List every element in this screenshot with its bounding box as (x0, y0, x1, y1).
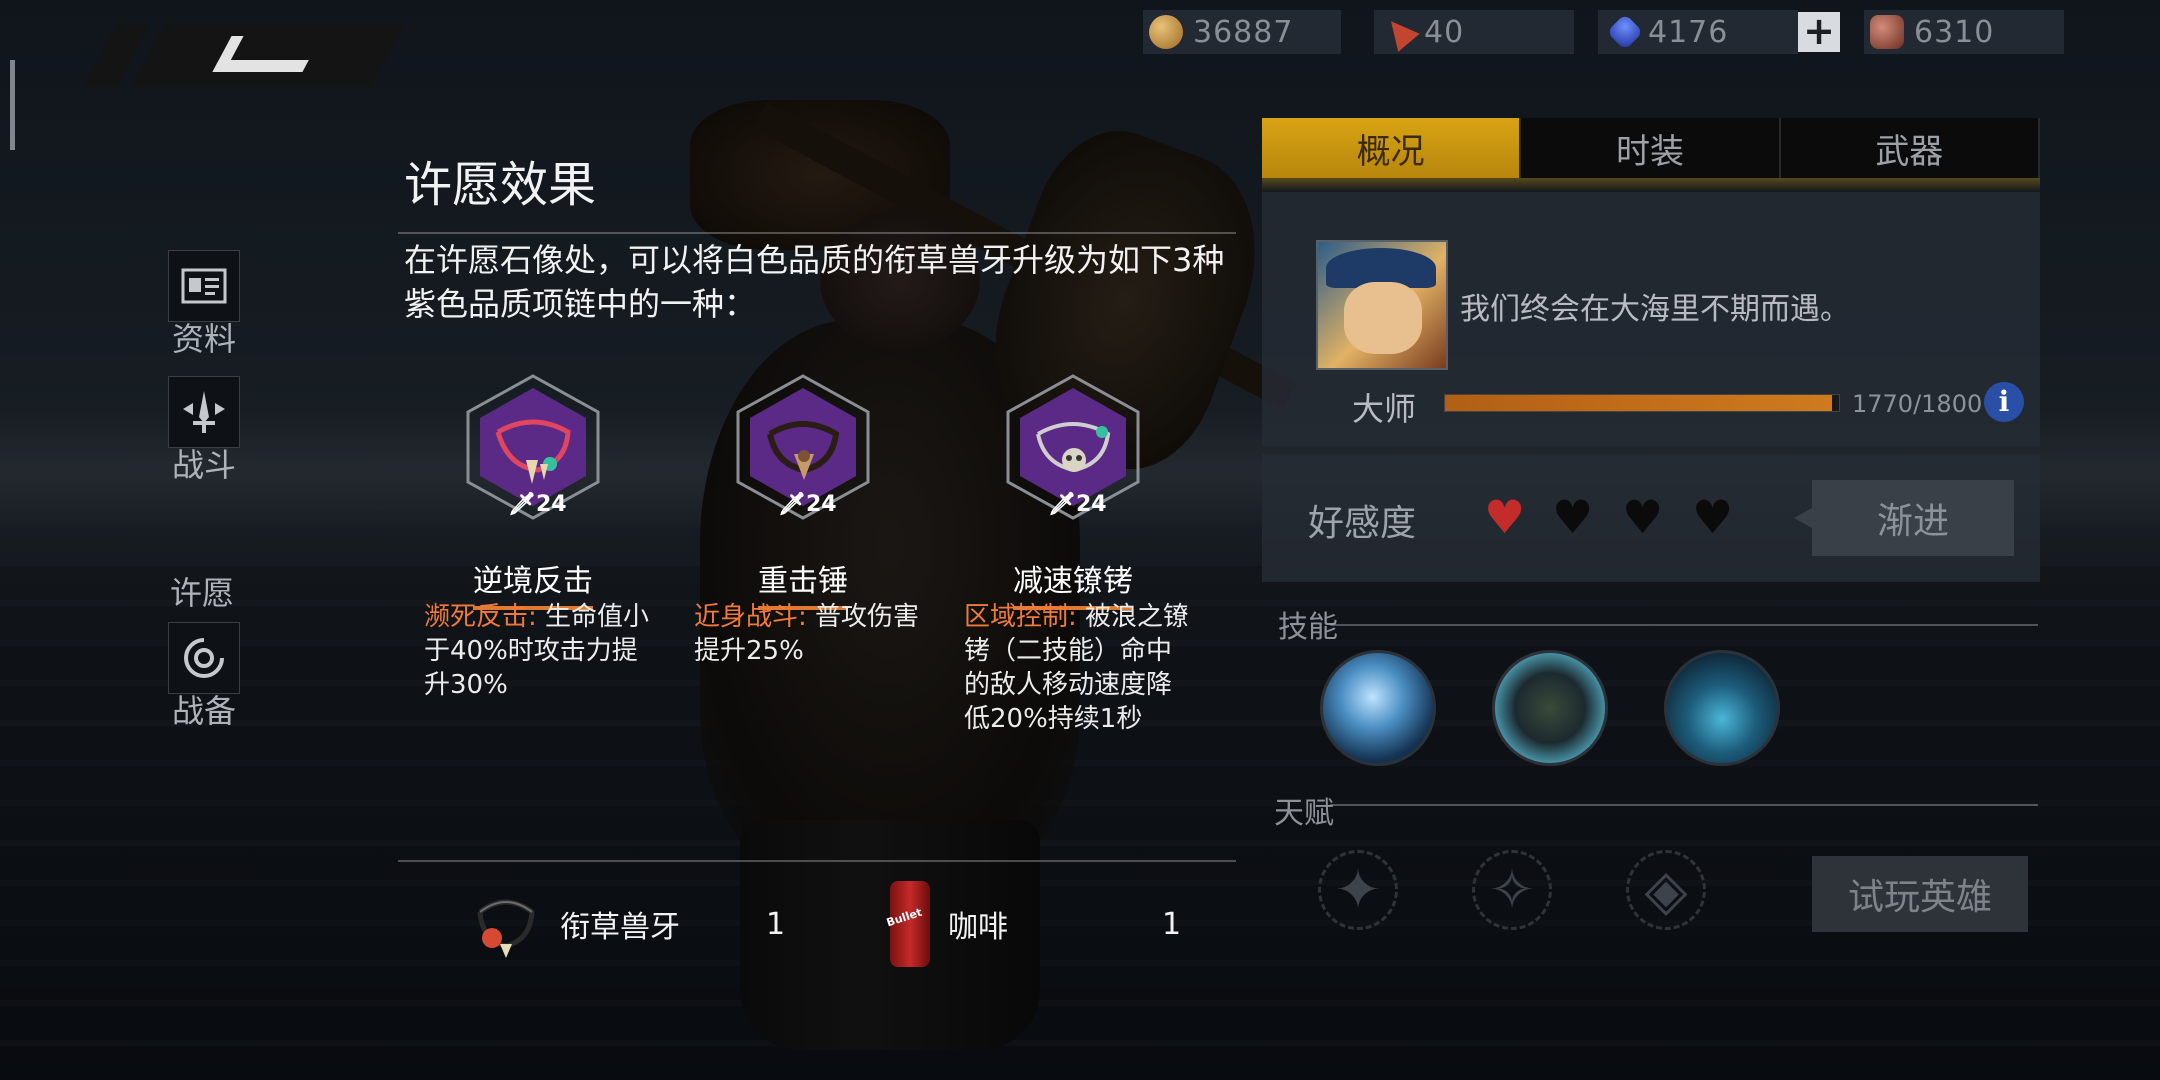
skills-section-title: 技能 (1278, 610, 1338, 645)
mastery-progress-text: 1770/1800 (1852, 390, 1983, 418)
necklace-1-effect-tag: 濒死反击: (424, 602, 537, 632)
cost-item-fang: 衔草兽牙 1 (470, 884, 800, 964)
side-nav-profile-label: 资料 (171, 320, 236, 358)
necklace-2-level: 🗡24 (778, 492, 837, 517)
necklace-1-icon-frame: 🗡24 (458, 372, 608, 542)
talent-3-icon[interactable]: ◈ (1626, 850, 1706, 930)
gold-amount: 36887 (1193, 14, 1294, 50)
tab-weapon[interactable]: 武器 (1780, 118, 2040, 178)
talents-divider (1330, 804, 2038, 806)
skill-3-icon[interactable] (1664, 650, 1780, 766)
skills-divider (1330, 624, 2038, 626)
talents-section-title: 天赋 (1274, 796, 1334, 831)
side-nav-profile[interactable]: 资料 (168, 250, 240, 360)
side-nav-battle[interactable]: 战斗 (168, 376, 240, 486)
skill-1-icon[interactable] (1320, 650, 1436, 766)
cost-divider (398, 860, 1236, 862)
necklace-3-effect: 区域控制: 被浪之镣铐（二技能）命中的敌人移动速度降低20%持续1秒 (964, 600, 1194, 736)
gold-coin-icon (1149, 15, 1183, 49)
cost-item-fang-qty: 1 (766, 906, 786, 942)
tab-overview[interactable]: 概况 (1262, 118, 1522, 178)
talent-2-icon[interactable]: ✧ (1472, 850, 1552, 930)
back-arrow-icon (212, 36, 322, 72)
blue-gem-icon (1606, 13, 1644, 51)
necklace-option-1[interactable]: 🗡24 逆境反击 (393, 372, 673, 610)
advance-button[interactable]: 渐进 (1794, 480, 2014, 556)
necklace-3-effect-tag: 区域控制: (964, 602, 1077, 632)
wish-description: 在许愿石像处，可以将白色品质的衔草兽牙升级为如下3种紫色品质项链中的一种： (404, 241, 1225, 323)
fang-necklace-icon (470, 888, 542, 960)
mastery-progress-fill (1445, 395, 1833, 411)
mastery-progress-bar (1444, 394, 1840, 412)
necklace-1-effect: 濒死反击: 生命值小于40%时攻击力提升30% (424, 600, 654, 702)
side-nav-wish-label: 许愿 (170, 574, 235, 612)
cost-item-coffee-qty: 1 (1162, 906, 1182, 942)
cost-item-coffee: 咖啡 1 (884, 881, 1184, 967)
add-gem-button[interactable]: + (1798, 12, 1840, 52)
tab-active-glow (1262, 178, 2040, 192)
edge-indicator (10, 60, 15, 150)
coffee-can-icon (890, 881, 930, 967)
wish-title-divider (398, 232, 1236, 234)
necklace-2-effect: 近身战斗: 普攻伤害提升25% (694, 600, 924, 668)
wish-effect-title: 许愿效果 (404, 157, 597, 213)
currency-gold: 36887 (1143, 10, 1341, 54)
cost-item-coffee-name: 咖啡 (948, 910, 1008, 945)
favor-heart-3: ♥ (1622, 490, 1664, 544)
profile-card-icon (168, 250, 240, 322)
info-icon[interactable]: i (1984, 382, 2024, 422)
trial-hero-button[interactable]: 试玩英雄 (1812, 856, 2028, 932)
side-nav-equipment-label: 战备 (171, 692, 236, 730)
currency-gem: 4176 (1598, 10, 1798, 54)
back-button[interactable] (83, 24, 405, 86)
necklace-1-level: 🗡24 (508, 492, 567, 517)
necklace-2-effect-tag: 近身战斗: (694, 602, 807, 632)
hero-quote: 我们终会在大海里不期而遇。 (1460, 292, 1850, 327)
skill-2-icon[interactable] (1492, 650, 1608, 766)
side-nav-battle-label: 战斗 (171, 446, 236, 484)
cost-item-fang-name: 衔草兽牙 (560, 910, 680, 945)
necklace-3-icon-frame: 🗡24 (998, 372, 1148, 542)
tab-outfit[interactable]: 时装 (1521, 118, 1781, 178)
gear-disc-icon (168, 622, 240, 694)
necklace-option-2[interactable]: 🗡24 重击锤 (663, 372, 943, 610)
favor-heart-4: ♥ (1692, 490, 1734, 544)
favor-heart-1: ♥ (1484, 490, 1526, 544)
flag-amount: 40 (1424, 14, 1465, 50)
hero-rank: 大师 (1352, 390, 1417, 428)
favor-label: 好感度 (1308, 503, 1417, 544)
red-flag-icon (1380, 12, 1420, 52)
side-nav-equipment[interactable]: 战备 (168, 622, 240, 732)
currency-ore: 6310 (1864, 10, 2064, 54)
hero-portrait (1316, 240, 1448, 370)
currency-flag: 40 (1374, 10, 1574, 54)
hero-tabs: 概况 时装 武器 (1262, 118, 2040, 178)
ore-amount: 6310 (1914, 14, 1995, 50)
favor-heart-2: ♥ (1552, 490, 1594, 544)
necklace-3-level: 🗡24 (1048, 492, 1107, 517)
red-ore-icon (1870, 15, 1904, 49)
necklace-2-icon-frame: 🗡24 (728, 372, 878, 542)
talent-1-icon[interactable]: ✦ (1318, 850, 1398, 930)
sword-icon (168, 376, 240, 448)
necklace-option-3[interactable]: 🗡24 减速镣铐 (933, 372, 1213, 610)
gem-amount: 4176 (1648, 14, 1729, 50)
